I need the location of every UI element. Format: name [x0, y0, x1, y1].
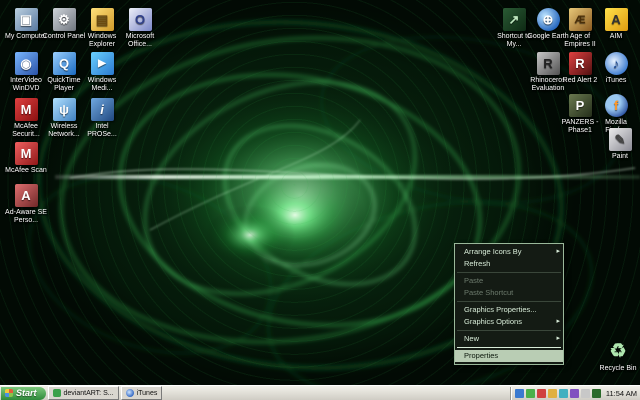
icon-label: Recycle Bin — [596, 365, 640, 373]
desktop-icon-intel-proset[interactable]: Intel PROSe... — [80, 98, 124, 139]
rhinoceros-icon — [537, 52, 560, 75]
control-panel-icon — [53, 8, 76, 31]
task-label: deviantART: S... — [64, 390, 114, 397]
menu-item-refresh[interactable]: Refresh — [455, 258, 563, 270]
tray-icon[interactable] — [570, 389, 579, 398]
age-of-empires-icon — [569, 8, 592, 31]
menu-separator — [457, 330, 561, 331]
menu-item-new[interactable]: New — [455, 333, 563, 345]
windvd-icon — [15, 52, 38, 75]
desktop-icon-itunes[interactable]: iTunes — [594, 52, 638, 85]
desktop-icon-mcafee-scan[interactable]: McAfee Scan — [4, 142, 48, 175]
icon-label: AIM — [594, 33, 638, 41]
windows-explorer-icon — [91, 8, 114, 31]
desktop-icon-ad-aware[interactable]: Ad-Aware SE Perso... — [4, 184, 48, 225]
menu-separator — [457, 301, 561, 302]
icon-label: Paint — [598, 153, 640, 161]
tray-icon[interactable] — [559, 389, 568, 398]
desktop-icon-aim[interactable]: AIM — [594, 8, 638, 41]
red-alert-2-icon — [569, 52, 592, 75]
menu-item-paste: Paste — [455, 275, 563, 287]
start-button[interactable]: Start — [1, 387, 46, 400]
microsoft-office-icon — [129, 8, 152, 31]
menu-item-properties[interactable]: Properties — [455, 350, 563, 362]
wireless-network-icon — [53, 98, 76, 121]
tray-icon[interactable] — [515, 389, 524, 398]
quicktime-icon — [53, 52, 76, 75]
menu-item-arrange-icons-by[interactable]: Arrange Icons By — [455, 246, 563, 258]
tray-icon[interactable] — [537, 389, 546, 398]
deviantart-icon — [53, 389, 61, 397]
google-earth-icon — [537, 8, 560, 31]
windows-media-player-icon — [91, 52, 114, 75]
ad-aware-icon — [15, 184, 38, 207]
itunes-icon — [126, 389, 134, 397]
itunes-icon — [605, 52, 628, 75]
icon-label: Microsoft Office... — [118, 33, 162, 49]
tray-icon[interactable] — [581, 389, 590, 398]
desktop-icon-recycle-bin[interactable]: Recycle Bin — [596, 340, 640, 373]
icon-label: Ad-Aware SE Perso... — [4, 209, 48, 225]
taskbar-task-itunes[interactable]: iTunes — [121, 386, 163, 400]
start-button-label: Start — [16, 388, 37, 398]
icon-label: Windows Medi... — [80, 77, 124, 93]
firefox-icon — [605, 94, 628, 117]
desktop-icon-windows-media-player[interactable]: Windows Medi... — [80, 52, 124, 93]
tray-icon[interactable] — [592, 389, 601, 398]
desktop-icon-microsoft-office[interactable]: Microsoft Office... — [118, 8, 162, 49]
tray-icon[interactable] — [526, 389, 535, 398]
context-menu: Arrange Icons By Refresh Paste Paste Sho… — [454, 243, 564, 365]
windows-flag-icon — [5, 389, 13, 397]
mcafee-icon — [15, 98, 38, 121]
taskbar-task-deviantart[interactable]: deviantART: S... — [48, 386, 119, 400]
menu-item-graphics-properties[interactable]: Graphics Properties... — [455, 304, 563, 316]
my-computer-icon — [15, 8, 38, 31]
desktop-icon-paint[interactable]: Paint — [598, 128, 640, 161]
taskbar-clock[interactable]: 11:54 AM — [606, 389, 637, 398]
system-tray: 11:54 AM — [510, 387, 640, 400]
mcafee-scan-icon — [15, 142, 38, 165]
menu-item-graphics-options[interactable]: Graphics Options — [455, 316, 563, 328]
shortcut-icon — [503, 8, 526, 31]
aim-icon — [605, 8, 628, 31]
menu-separator — [457, 347, 561, 348]
recycle-bin-icon — [607, 340, 630, 363]
paint-icon — [609, 128, 632, 151]
icon-label: McAfee Scan — [4, 167, 48, 175]
panzers-icon — [569, 94, 592, 117]
tray-icon[interactable] — [548, 389, 557, 398]
menu-item-paste-shortcut: Paste Shortcut — [455, 287, 563, 299]
icon-label: iTunes — [594, 77, 638, 85]
intel-proset-icon — [91, 98, 114, 121]
taskbar: Start deviantART: S... iTunes 11:54 AM — [0, 385, 640, 400]
icon-label: Intel PROSe... — [80, 123, 124, 139]
task-label: iTunes — [137, 390, 158, 397]
desktop[interactable]: My Computer Control Panel Windows Explor… — [0, 0, 640, 400]
menu-separator — [457, 272, 561, 273]
